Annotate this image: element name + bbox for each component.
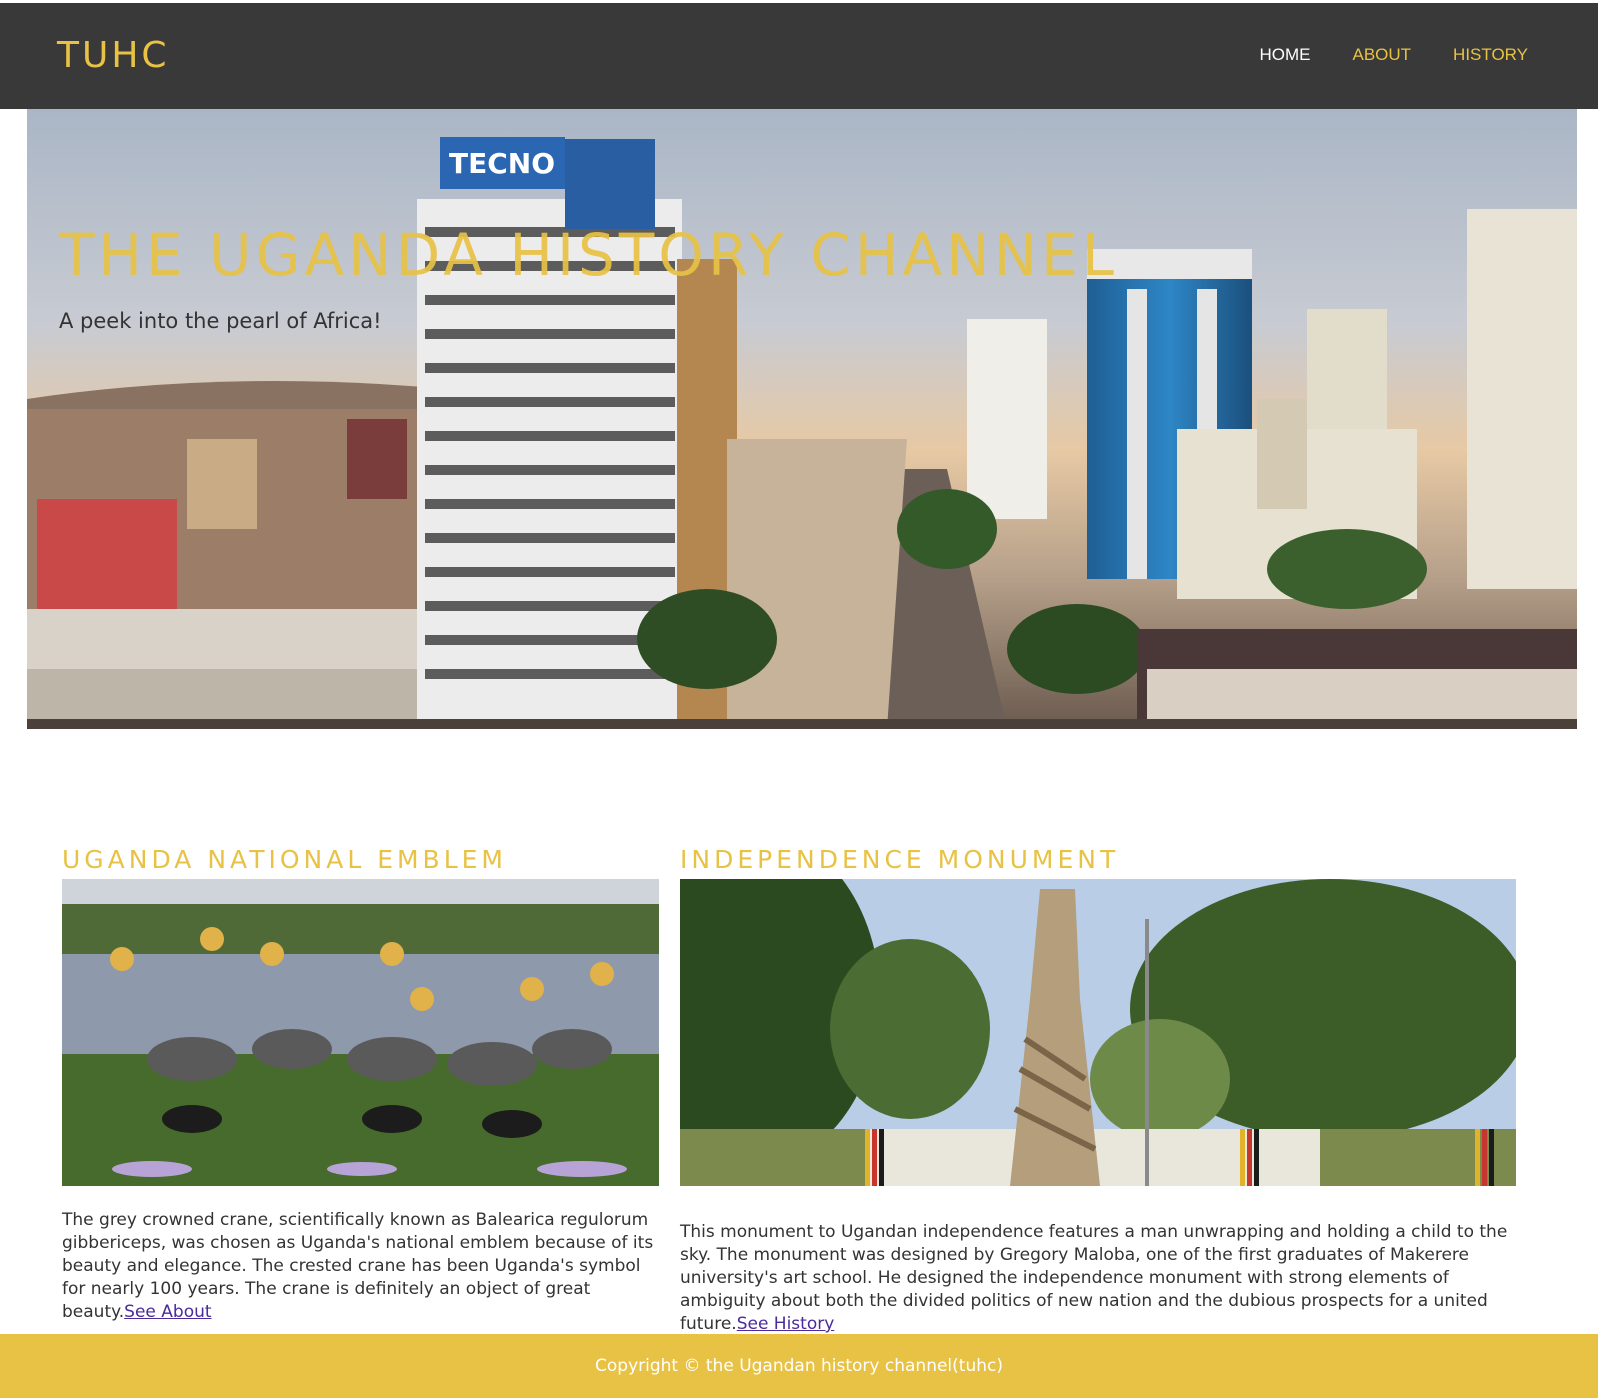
nav-link-about[interactable]: ABOUT (1352, 45, 1411, 65)
footer: Copyright © the Ugandan history channel(… (0, 1334, 1598, 1398)
crane-image (62, 879, 659, 1186)
see-about-link[interactable]: See About (124, 1302, 211, 1322)
copyright-text: Copyright © the Ugandan history channel(… (595, 1356, 1003, 1376)
monument-image (680, 879, 1516, 1186)
emblem-description: The grey crowned crane, scientifically k… (62, 1209, 662, 1324)
monument-title: INDEPENDENCE MONUMENT (680, 845, 1120, 874)
tecno-sign: TECNO (449, 147, 555, 180)
nav-link-history[interactable]: HISTORY (1453, 45, 1528, 65)
brand-logo[interactable]: TUHC (57, 35, 170, 76)
hero-subtitle: A peek into the pearl of Africa! (59, 309, 382, 333)
nav-links: HOME ABOUT HISTORY (1259, 45, 1528, 65)
hero-title: THE UGANDA HISTORY CHANNEL (59, 221, 1118, 289)
top-navbar: TUHC HOME ABOUT HISTORY (0, 0, 1598, 109)
see-history-link[interactable]: See History (737, 1314, 835, 1334)
kampala-skyline-image: TECNO (27, 109, 1577, 729)
monument-description: This monument to Ugandan independence fe… (680, 1221, 1516, 1336)
hero-banner: TECNO THE UGANDA HISTORY CHANNEL A peek … (27, 109, 1577, 729)
nav-link-home[interactable]: HOME (1259, 45, 1310, 65)
emblem-title: UGANDA NATIONAL EMBLEM (62, 845, 508, 874)
